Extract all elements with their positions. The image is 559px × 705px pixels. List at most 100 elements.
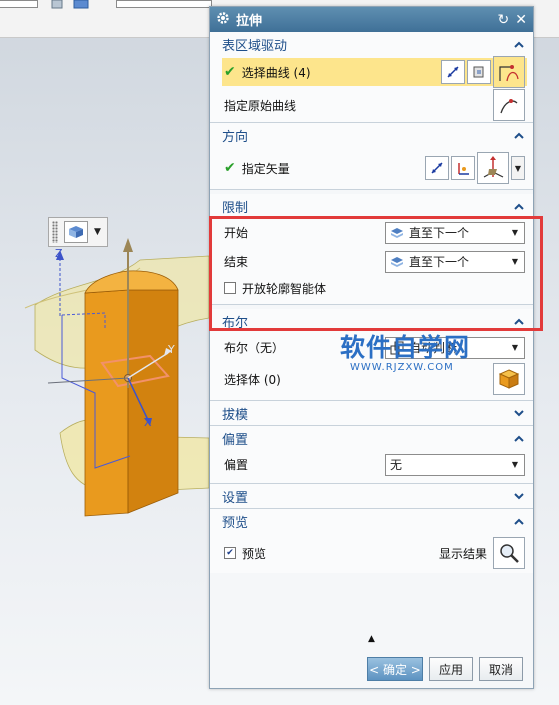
reverse-arrows-icon[interactable] <box>441 60 465 84</box>
origin-curve-icon[interactable] <box>493 89 525 121</box>
section-title: 限制 <box>222 200 249 216</box>
offset-value: 无 <box>390 458 403 472</box>
vector-label: 指定矢量 <box>241 161 290 176</box>
section-header[interactable]: 限制 <box>210 194 533 218</box>
cancel-button[interactable]: 取消 <box>479 657 523 681</box>
section-title: 表区域驱动 <box>222 38 288 54</box>
select-body-row[interactable]: 选择体 (0) <box>210 362 533 396</box>
dialog-footer: < 确定 > 应用 取消 <box>210 650 533 688</box>
limit-start-row: 开始 直至下一个 ▼ <box>210 218 533 247</box>
stack-icon <box>390 226 404 240</box>
chevron-up-icon[interactable] <box>513 315 525 327</box>
toolbar-cube-icon[interactable] <box>48 0 108 10</box>
limit-start-value: 直至下一个 <box>409 226 470 240</box>
section-curve: 表区域驱动 ✔ 选择曲线 (4) 指定原始曲线 <box>210 32 533 123</box>
axis-z-label: Z <box>55 247 63 260</box>
limit-end-select[interactable]: 直至下一个 ▼ <box>385 250 525 273</box>
chevron-down-icon[interactable] <box>513 490 525 502</box>
section-title: 设置 <box>222 490 249 506</box>
collapse-arrow-icon[interactable]: ▲ <box>210 634 533 644</box>
section-header[interactable]: 拔模 <box>210 401 533 425</box>
axis-y-label: Y <box>167 343 175 356</box>
section-header[interactable]: 偏置 <box>210 426 533 450</box>
preview-row: ✔ 预览 显示结果 <box>210 533 533 573</box>
limit-end-value: 直至下一个 <box>409 255 470 269</box>
chevron-up-icon[interactable] <box>513 129 525 141</box>
section-limits: 限制 开始 直至下一个 ▼ 结束 直至下一个 ▼ 开放轮廓智能体 <box>210 194 533 305</box>
section-header[interactable]: 表区域驱动 <box>210 32 533 56</box>
limit-end-row: 结束 直至下一个 ▼ <box>210 247 533 276</box>
section-title: 偏置 <box>222 432 249 448</box>
section-header[interactable]: 布尔 <box>210 309 533 333</box>
limit-start-select[interactable]: 直至下一个 ▼ <box>385 221 525 244</box>
open-profile-label: 开放轮廓智能体 <box>242 281 327 296</box>
curve-select-icon[interactable] <box>493 56 525 88</box>
chevron-up-icon[interactable] <box>513 200 525 212</box>
show-result-label: 显示结果 <box>438 546 487 561</box>
close-icon[interactable]: ✕ <box>515 12 527 28</box>
ok-button[interactable]: < 确定 > <box>367 657 423 681</box>
chevron-down-icon[interactable]: ▼ <box>512 228 518 237</box>
offset-select[interactable]: 无 ▼ <box>385 453 525 476</box>
section-settings: 设置 <box>210 484 533 509</box>
chevron-down-icon[interactable]: ▼ <box>511 156 525 180</box>
origin-curve-label: 指定原始曲线 <box>224 98 297 113</box>
toolbar-field[interactable] <box>116 0 212 8</box>
reset-icon[interactable]: ↻ <box>498 12 510 28</box>
stack-icon <box>390 255 404 269</box>
select-curve-row[interactable]: ✔ 选择曲线 (4) <box>222 56 527 88</box>
boolean-value: 自动判断 <box>409 341 458 355</box>
section-draft: 拔模 <box>210 401 533 426</box>
3d-model[interactable]: Z Y X <box>0 38 209 598</box>
section-title: 方向 <box>222 129 249 145</box>
section-direction: 方向 ✔ 指定矢量 ▼ <box>210 123 533 190</box>
section-title: 拔模 <box>222 407 249 423</box>
origin-curve-row[interactable]: 指定原始曲线 <box>210 88 533 122</box>
select-curve-label: 选择曲线 (4) <box>241 65 311 80</box>
checkmark-icon: ✔ <box>224 160 236 176</box>
boolean-row: 布尔（无） 自动判断 ▼ <box>210 333 533 362</box>
chevron-down-icon[interactable]: ▼ <box>512 343 518 352</box>
vector-axes-icon[interactable] <box>477 152 509 184</box>
section-preview: 预览 ✔ 预览 显示结果 <box>210 509 533 573</box>
boolean-label: 布尔（无） <box>224 341 285 355</box>
boolean-select[interactable]: 自动判断 ▼ <box>385 336 525 359</box>
offset-row: 偏置 无 ▼ <box>210 450 533 479</box>
magnifier-icon[interactable] <box>493 537 525 569</box>
dialog-title: 拉伸 <box>236 14 263 29</box>
apply-button[interactable]: 应用 <box>429 657 473 681</box>
view-cube-icon[interactable] <box>64 221 88 243</box>
limit-end-label: 结束 <box>224 255 249 269</box>
chevron-down-icon[interactable]: ▼ <box>94 227 101 237</box>
section-header[interactable]: 预览 <box>210 509 533 533</box>
extrude-dialog: 拉伸 ↻ ✕ 表区域驱动 ✔ 选择曲线 (4) 指定原始曲线 方向 ✔ 指定矢量… <box>209 6 534 689</box>
section-title: 预览 <box>222 515 249 531</box>
reverse-direction-icon[interactable] <box>425 156 449 180</box>
chevron-down-icon[interactable] <box>513 407 525 419</box>
open-profile-checkbox[interactable] <box>224 282 236 294</box>
cube-icon[interactable] <box>493 363 525 395</box>
chevron-down-icon[interactable]: ▼ <box>512 257 518 266</box>
chevron-up-icon[interactable] <box>513 515 525 527</box>
chevron-up-icon[interactable] <box>513 38 525 50</box>
drag-grip[interactable] <box>52 221 58 243</box>
sketch-section-icon[interactable] <box>467 60 491 84</box>
open-profile-row[interactable]: 开放轮廓智能体 <box>210 276 533 300</box>
axis-x-label: X <box>144 416 152 429</box>
preview-checkbox[interactable]: ✔ <box>224 547 236 559</box>
section-header[interactable]: 方向 <box>210 123 533 147</box>
chevron-down-icon[interactable]: ▼ <box>512 460 518 469</box>
section-header[interactable]: 设置 <box>210 484 533 508</box>
toolbar-field[interactable] <box>0 0 38 8</box>
view-orientation-selector[interactable]: ▼ <box>48 217 108 247</box>
dialog-titlebar[interactable]: 拉伸 ↻ ✕ <box>210 7 533 32</box>
vector-dialog-icon[interactable] <box>451 156 475 180</box>
offset-label: 偏置 <box>224 458 249 472</box>
boolean-icon <box>390 341 404 355</box>
checkmark-icon: ✔ <box>224 64 236 80</box>
vector-row[interactable]: ✔ 指定矢量 ▼ <box>210 147 533 189</box>
limit-start-label: 开始 <box>224 226 249 240</box>
gear-icon[interactable] <box>216 11 230 28</box>
chevron-up-icon[interactable] <box>513 432 525 444</box>
preview-label: 预览 <box>242 546 267 561</box>
